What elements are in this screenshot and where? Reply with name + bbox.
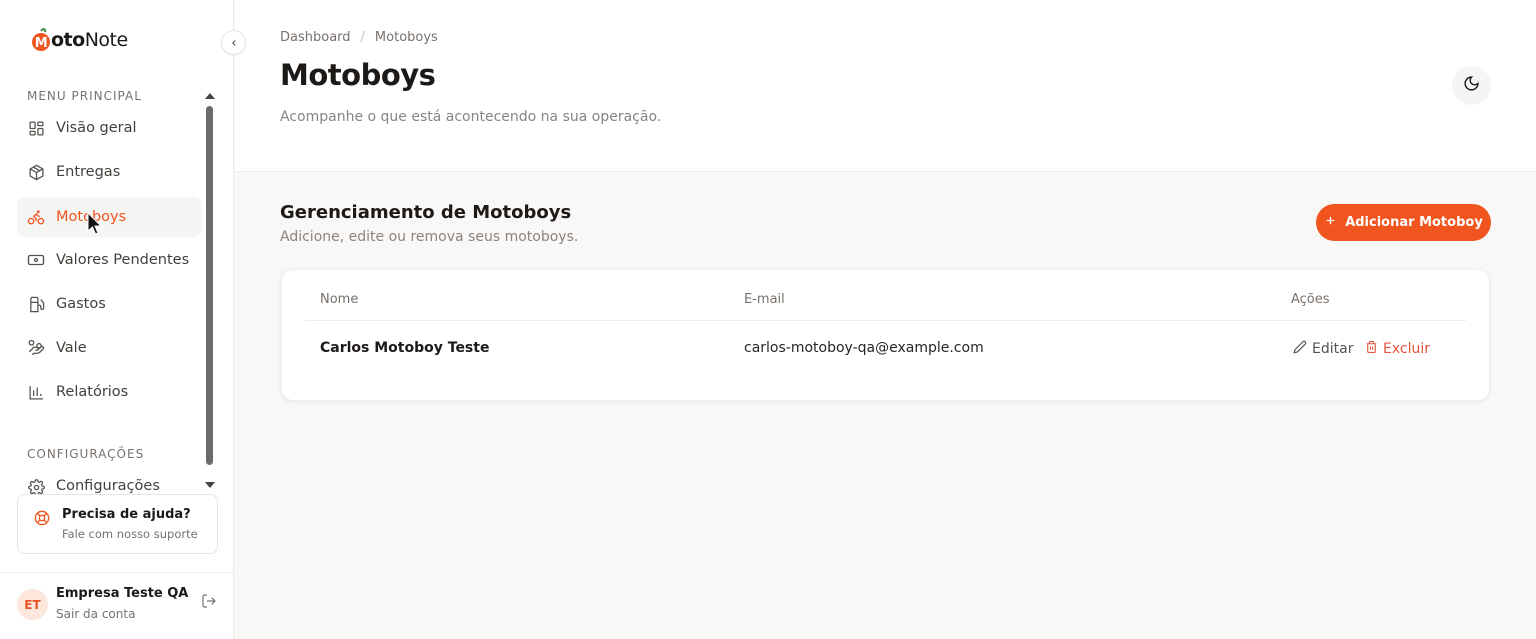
column-header-nome: Nome [320,292,359,307]
sidebar-item-label: Visão geral [56,120,137,136]
help-title: Precisa de ajuda? [62,507,191,522]
config-section-title: CONFIGURAÇÕES [27,447,145,461]
sidebar-item-gastos[interactable]: Gastos [17,284,202,324]
user-name: Empresa Teste QA [56,586,189,601]
moon-icon [1463,75,1480,96]
header-divider [305,320,1466,321]
sidebar: M oto Note MENU PRINCIPAL Visão geral En… [0,0,234,639]
column-header-email: E-mail [744,292,785,307]
sidebar-item-motoboys[interactable]: Motoboys [17,197,202,237]
scroll-down-arrow[interactable] [205,482,215,488]
motoboys-table [281,269,1490,401]
delete-button[interactable]: Excluir [1365,340,1430,358]
page-title: Motoboys [280,58,436,92]
breadcrumb-current: Motoboys [374,30,438,45]
sidebar-item-label: Entregas [56,164,121,180]
sidebar-item-vale[interactable]: Vale [17,328,202,368]
page-subtitle: Acompanhe o que está acontecendo na sua … [280,109,662,125]
sidebar-item-entregas[interactable]: Entregas [17,152,202,192]
sidebar-item-label: Valores Pendentes [56,252,190,268]
logout-icon[interactable] [201,593,217,613]
cell-name: Carlos Motoboy Teste [320,340,490,356]
breadcrumb-dashboard[interactable]: Dashboard [280,30,351,45]
logo[interactable]: M oto Note [31,28,128,52]
page-header: Dashboard / Motoboys Motoboys Acompanhe … [235,0,1536,172]
breadcrumb: Dashboard / Motoboys [280,30,438,45]
sidebar-item-label: Vale [56,340,87,356]
pencil-icon [1293,340,1307,358]
section-subtitle: Adicione, edite ou remova seus motoboys. [280,229,579,245]
breadcrumb-separator: / [360,30,365,45]
edit-label: Editar [1312,341,1354,357]
fuel-icon [27,295,45,313]
column-header-acoes: Ações [1291,292,1330,307]
section-title: Gerenciamento de Motoboys [280,202,572,223]
add-motoboy-button[interactable]: Adicionar Motoboy [1316,204,1491,241]
sidebar-item-valores-pendentes[interactable]: Valores Pendentes [17,240,202,280]
logo-mark-icon: M [31,28,51,52]
theme-toggle-button[interactable] [1452,66,1491,105]
help-subtitle: Fale com nosso suporte [62,527,198,541]
logo-text-bold: oto [51,29,85,51]
bar-chart-icon [27,383,45,401]
logout-link[interactable]: Sair da conta [56,607,135,621]
mouse-cursor-icon [87,211,103,242]
edit-button[interactable]: Editar [1293,340,1353,358]
user-area: ET Empresa Teste QA Sair da conta [0,572,234,639]
collapse-sidebar-button[interactable] [221,30,246,55]
scroll-up-arrow[interactable] [205,93,215,99]
logo-text-light: Note [84,29,128,51]
help-card[interactable]: Precisa de ajuda? Fale com nosso suporte [17,494,218,554]
trash-icon [1365,340,1378,358]
avatar: ET [17,589,48,620]
sidebar-item-label: Relatórios [56,384,129,400]
sidebar-item-label: Configurações [56,478,160,494]
cell-email: carlos-motoboy-qa@example.com [744,340,984,356]
hand-coins-icon [27,339,45,357]
package-icon [27,163,45,181]
delete-label: Excluir [1383,341,1430,357]
life-buoy-icon [34,510,50,530]
bike-icon [27,208,45,226]
dashboard-icon [27,119,45,137]
sidebar-scrollbar[interactable] [206,106,213,465]
sidebar-item-visao-geral[interactable]: Visão geral [17,108,202,148]
main-menu-section-title: MENU PRINCIPAL [27,89,142,103]
add-motoboy-label: Adicionar Motoboy [1345,215,1483,230]
sidebar-item-label: Gastos [56,296,106,312]
sidebar-item-relatorios[interactable]: Relatórios [17,372,202,412]
banknote-icon [27,251,45,269]
plus-icon [1324,214,1337,231]
svg-text:M: M [35,36,47,51]
chevron-left-icon [229,33,239,52]
